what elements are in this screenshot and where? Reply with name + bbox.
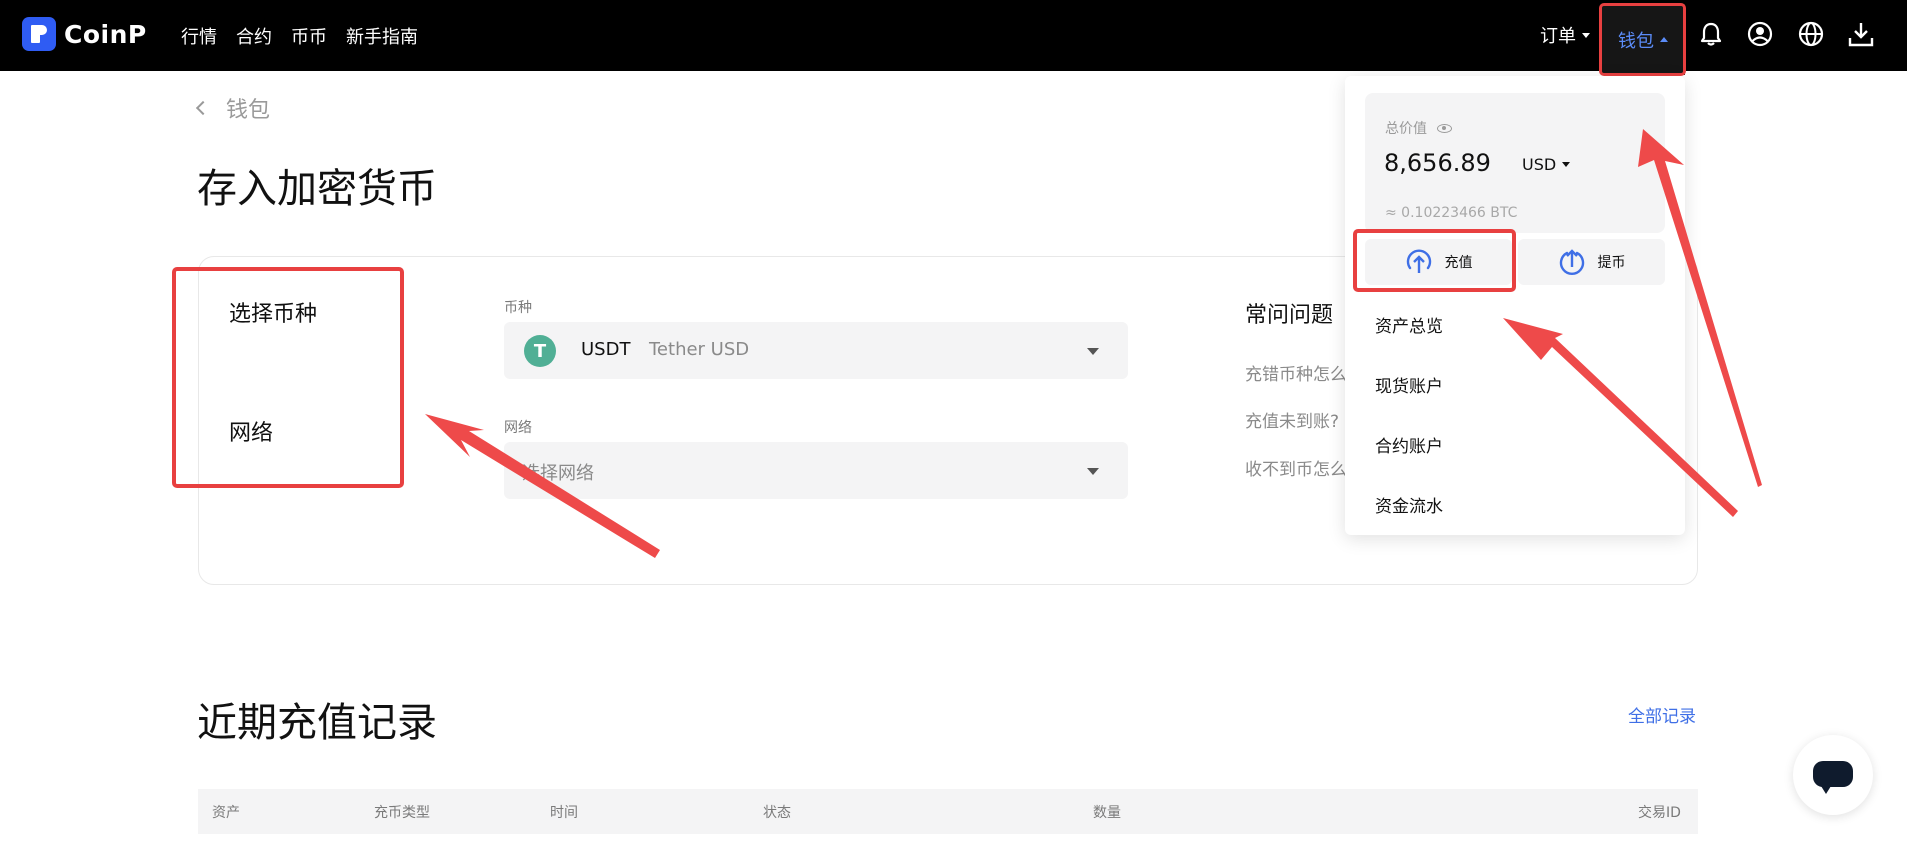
arrow-to-wallet [1638, 129, 1762, 487]
arrow-to-steps [425, 414, 660, 558]
arrow-to-deposit [1503, 318, 1738, 517]
annotation-arrows [425, 129, 1762, 558]
